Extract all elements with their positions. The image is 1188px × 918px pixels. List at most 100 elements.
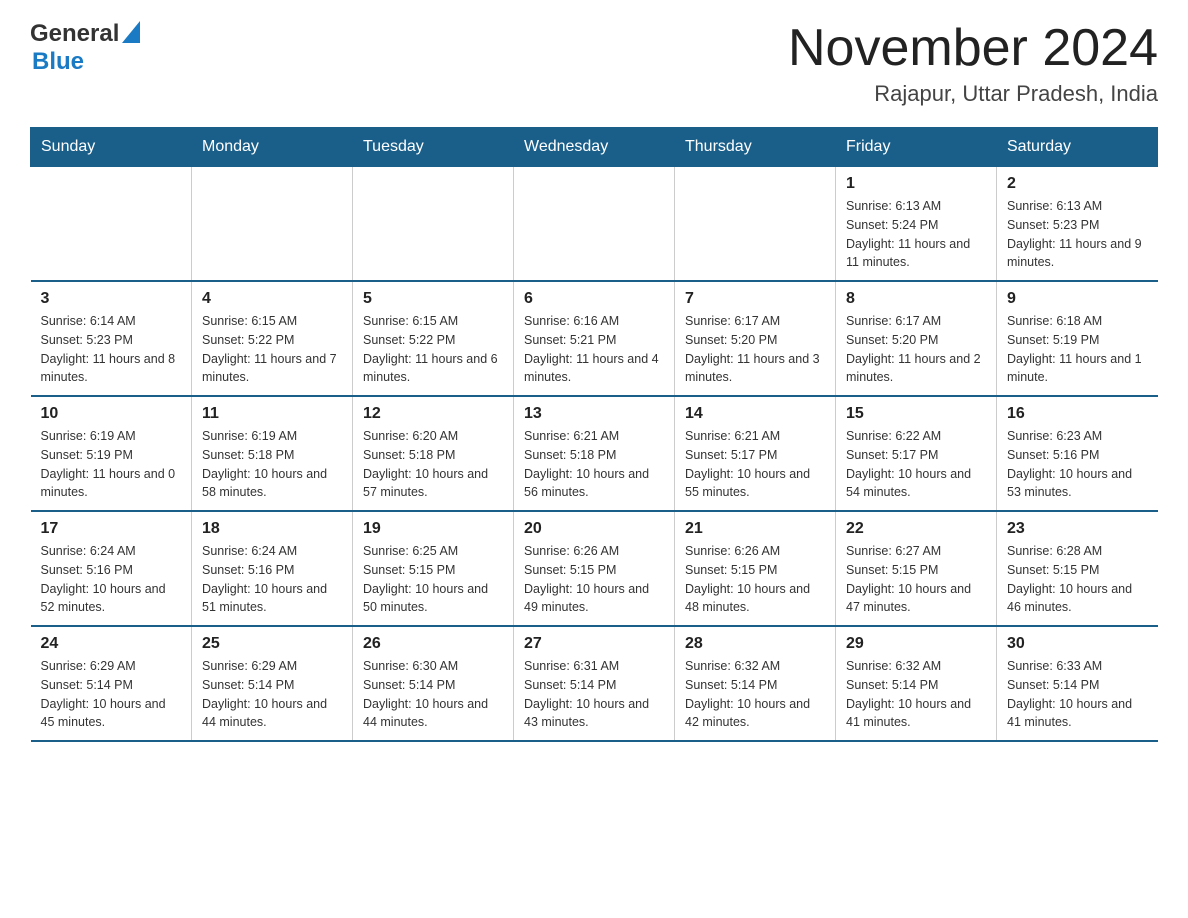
calendar-cell: 5 Sunrise: 6:15 AMSunset: 5:22 PMDaylight… [353, 281, 514, 396]
sun-info: Sunrise: 6:21 AMSunset: 5:18 PMDaylight:… [524, 427, 664, 502]
title-area: November 2024 Rajapur, Uttar Pradesh, In… [788, 20, 1158, 107]
day-number: 9 [1007, 290, 1148, 308]
calendar-cell: 9Sunrise: 6:18 AMSunset: 5:19 PMDaylight… [997, 281, 1158, 396]
calendar-week-row: 1Sunrise: 6:13 AMSunset: 5:24 PMDaylight… [31, 167, 1158, 282]
calendar-cell: 27Sunrise: 6:31 AMSunset: 5:14 PMDayligh… [514, 626, 675, 741]
day-number: 28 [685, 635, 825, 653]
sun-info: Sunrise: 6:29 AMSunset: 5:14 PMDaylight:… [41, 657, 182, 732]
calendar-cell: 13 Sunrise: 6:21 AMSunset: 5:18 PMDayligh… [514, 396, 675, 511]
weekday-header-row: SundayMondayTuesdayWednesdayThursdayFrid… [31, 128, 1158, 167]
location-subtitle: Rajapur, Uttar Pradesh, India [788, 81, 1158, 107]
day-number: 23 [1007, 520, 1148, 538]
calendar-cell: 17Sunrise: 6:24 AMSunset: 5:16 PMDayligh… [31, 511, 192, 626]
sun-info: Sunrise: 6:28 AMSunset: 5:15 PMDaylight:… [1007, 542, 1148, 617]
logo: General Blue [30, 20, 140, 76]
sun-info: Sunrise: 6:17 AMSunset: 5:20 PMDaylight:… [685, 312, 825, 387]
calendar-cell: 22 Sunrise: 6:27 AMSunset: 5:15 PMDayligh… [836, 511, 997, 626]
weekday-header-thursday: Thursday [675, 128, 836, 167]
sun-info: Sunrise: 6:30 AMSunset: 5:14 PMDaylight:… [363, 657, 503, 732]
sun-info: Sunrise: 6:13 AMSunset: 5:23 PMDaylight:… [1007, 197, 1148, 272]
weekday-header-wednesday: Wednesday [514, 128, 675, 167]
day-number: 18 [202, 520, 342, 538]
day-number: 5 [363, 290, 503, 308]
sun-info: Sunrise: 6:24 AMSunset: 5:16 PMDaylight:… [41, 542, 182, 617]
sun-info: Sunrise: 6:17 AMSunset: 5:20 PMDaylight:… [846, 312, 986, 387]
sun-info: Sunrise: 6:19 AMSunset: 5:19 PMDaylight:… [41, 427, 182, 502]
calendar-cell: 30Sunrise: 6:33 AMSunset: 5:14 PMDayligh… [997, 626, 1158, 741]
calendar-cell: 29Sunrise: 6:32 AMSunset: 5:14 PMDayligh… [836, 626, 997, 741]
calendar-cell: 16 Sunrise: 6:23 AMSunset: 5:16 PMDayligh… [997, 396, 1158, 511]
weekday-header-sunday: Sunday [31, 128, 192, 167]
calendar-cell: 12 Sunrise: 6:20 AMSunset: 5:18 PMDayligh… [353, 396, 514, 511]
day-number: 14 [685, 405, 825, 423]
calendar-cell: 4Sunrise: 6:15 AMSunset: 5:22 PMDaylight… [192, 281, 353, 396]
sun-info: Sunrise: 6:29 AMSunset: 5:14 PMDaylight:… [202, 657, 342, 732]
sun-info: Sunrise: 6:32 AMSunset: 5:14 PMDaylight:… [846, 657, 986, 732]
sun-info: Sunrise: 6:27 AMSunset: 5:15 PMDaylight:… [846, 542, 986, 617]
calendar-cell: 25 Sunrise: 6:29 AMSunset: 5:14 PMDayligh… [192, 626, 353, 741]
sun-info: Sunrise: 6:25 AMSunset: 5:15 PMDaylight:… [363, 542, 503, 617]
sun-info: Sunrise: 6:22 AMSunset: 5:17 PMDaylight:… [846, 427, 986, 502]
calendar-cell: 19 Sunrise: 6:25 AMSunset: 5:15 PMDayligh… [353, 511, 514, 626]
calendar-cell: 28 Sunrise: 6:32 AMSunset: 5:14 PMDayligh… [675, 626, 836, 741]
weekday-header-saturday: Saturday [997, 128, 1158, 167]
logo-triangle-icon [122, 21, 140, 43]
day-number: 2 [1007, 175, 1148, 193]
calendar-cell [31, 167, 192, 282]
sun-info: Sunrise: 6:21 AMSunset: 5:17 PMDaylight:… [685, 427, 825, 502]
weekday-header-friday: Friday [836, 128, 997, 167]
logo-blue-text: Blue [32, 48, 84, 75]
day-number: 24 [41, 635, 182, 653]
calendar-week-row: 3Sunrise: 6:14 AMSunset: 5:23 PMDaylight… [31, 281, 1158, 396]
calendar-cell: 6Sunrise: 6:16 AMSunset: 5:21 PMDaylight… [514, 281, 675, 396]
calendar-cell: 3Sunrise: 6:14 AMSunset: 5:23 PMDaylight… [31, 281, 192, 396]
sun-info: Sunrise: 6:33 AMSunset: 5:14 PMDaylight:… [1007, 657, 1148, 732]
calendar-week-row: 17Sunrise: 6:24 AMSunset: 5:16 PMDayligh… [31, 511, 1158, 626]
sun-info: Sunrise: 6:24 AMSunset: 5:16 PMDaylight:… [202, 542, 342, 617]
logo-general-text: General [30, 20, 119, 48]
calendar-week-row: 24 Sunrise: 6:29 AMSunset: 5:14 PMDayligh… [31, 626, 1158, 741]
calendar-cell: 18 Sunrise: 6:24 AMSunset: 5:16 PMDayligh… [192, 511, 353, 626]
sun-info: Sunrise: 6:32 AMSunset: 5:14 PMDaylight:… [685, 657, 825, 732]
day-number: 11 [202, 405, 342, 423]
calendar-cell [353, 167, 514, 282]
calendar-cell: 10Sunrise: 6:19 AMSunset: 5:19 PMDayligh… [31, 396, 192, 511]
calendar-cell: 14 Sunrise: 6:21 AMSunset: 5:17 PMDayligh… [675, 396, 836, 511]
day-number: 16 [1007, 405, 1148, 423]
calendar-cell [675, 167, 836, 282]
day-number: 15 [846, 405, 986, 423]
page-header: General Blue November 2024 Rajapur, Utta… [30, 20, 1158, 107]
sun-info: Sunrise: 6:26 AMSunset: 5:15 PMDaylight:… [685, 542, 825, 617]
calendar-cell: 1Sunrise: 6:13 AMSunset: 5:24 PMDaylight… [836, 167, 997, 282]
day-number: 7 [685, 290, 825, 308]
sun-info: Sunrise: 6:23 AMSunset: 5:16 PMDaylight:… [1007, 427, 1148, 502]
day-number: 22 [846, 520, 986, 538]
day-number: 3 [41, 290, 182, 308]
calendar-cell [514, 167, 675, 282]
day-number: 26 [363, 635, 503, 653]
weekday-header-monday: Monday [192, 128, 353, 167]
calendar-cell: 11Sunrise: 6:19 AMSunset: 5:18 PMDayligh… [192, 396, 353, 511]
calendar-cell: 15 Sunrise: 6:22 AMSunset: 5:17 PMDayligh… [836, 396, 997, 511]
day-number: 21 [685, 520, 825, 538]
day-number: 20 [524, 520, 664, 538]
calendar-cell: 8 Sunrise: 6:17 AMSunset: 5:20 PMDaylight… [836, 281, 997, 396]
day-number: 25 [202, 635, 342, 653]
calendar-week-row: 10Sunrise: 6:19 AMSunset: 5:19 PMDayligh… [31, 396, 1158, 511]
day-number: 13 [524, 405, 664, 423]
day-number: 19 [363, 520, 503, 538]
calendar-cell: 7 Sunrise: 6:17 AMSunset: 5:20 PMDaylight… [675, 281, 836, 396]
sun-info: Sunrise: 6:15 AMSunset: 5:22 PMDaylight:… [363, 312, 503, 387]
calendar-cell: 23 Sunrise: 6:28 AMSunset: 5:15 PMDayligh… [997, 511, 1158, 626]
day-number: 4 [202, 290, 342, 308]
calendar-cell: 26 Sunrise: 6:30 AMSunset: 5:14 PMDayligh… [353, 626, 514, 741]
sun-info: Sunrise: 6:20 AMSunset: 5:18 PMDaylight:… [363, 427, 503, 502]
calendar-cell: 21 Sunrise: 6:26 AMSunset: 5:15 PMDayligh… [675, 511, 836, 626]
day-number: 1 [846, 175, 986, 193]
sun-info: Sunrise: 6:31 AMSunset: 5:14 PMDaylight:… [524, 657, 664, 732]
calendar-cell: 24 Sunrise: 6:29 AMSunset: 5:14 PMDayligh… [31, 626, 192, 741]
calendar-table: SundayMondayTuesdayWednesdayThursdayFrid… [30, 127, 1158, 742]
weekday-header-tuesday: Tuesday [353, 128, 514, 167]
day-number: 8 [846, 290, 986, 308]
day-number: 12 [363, 405, 503, 423]
